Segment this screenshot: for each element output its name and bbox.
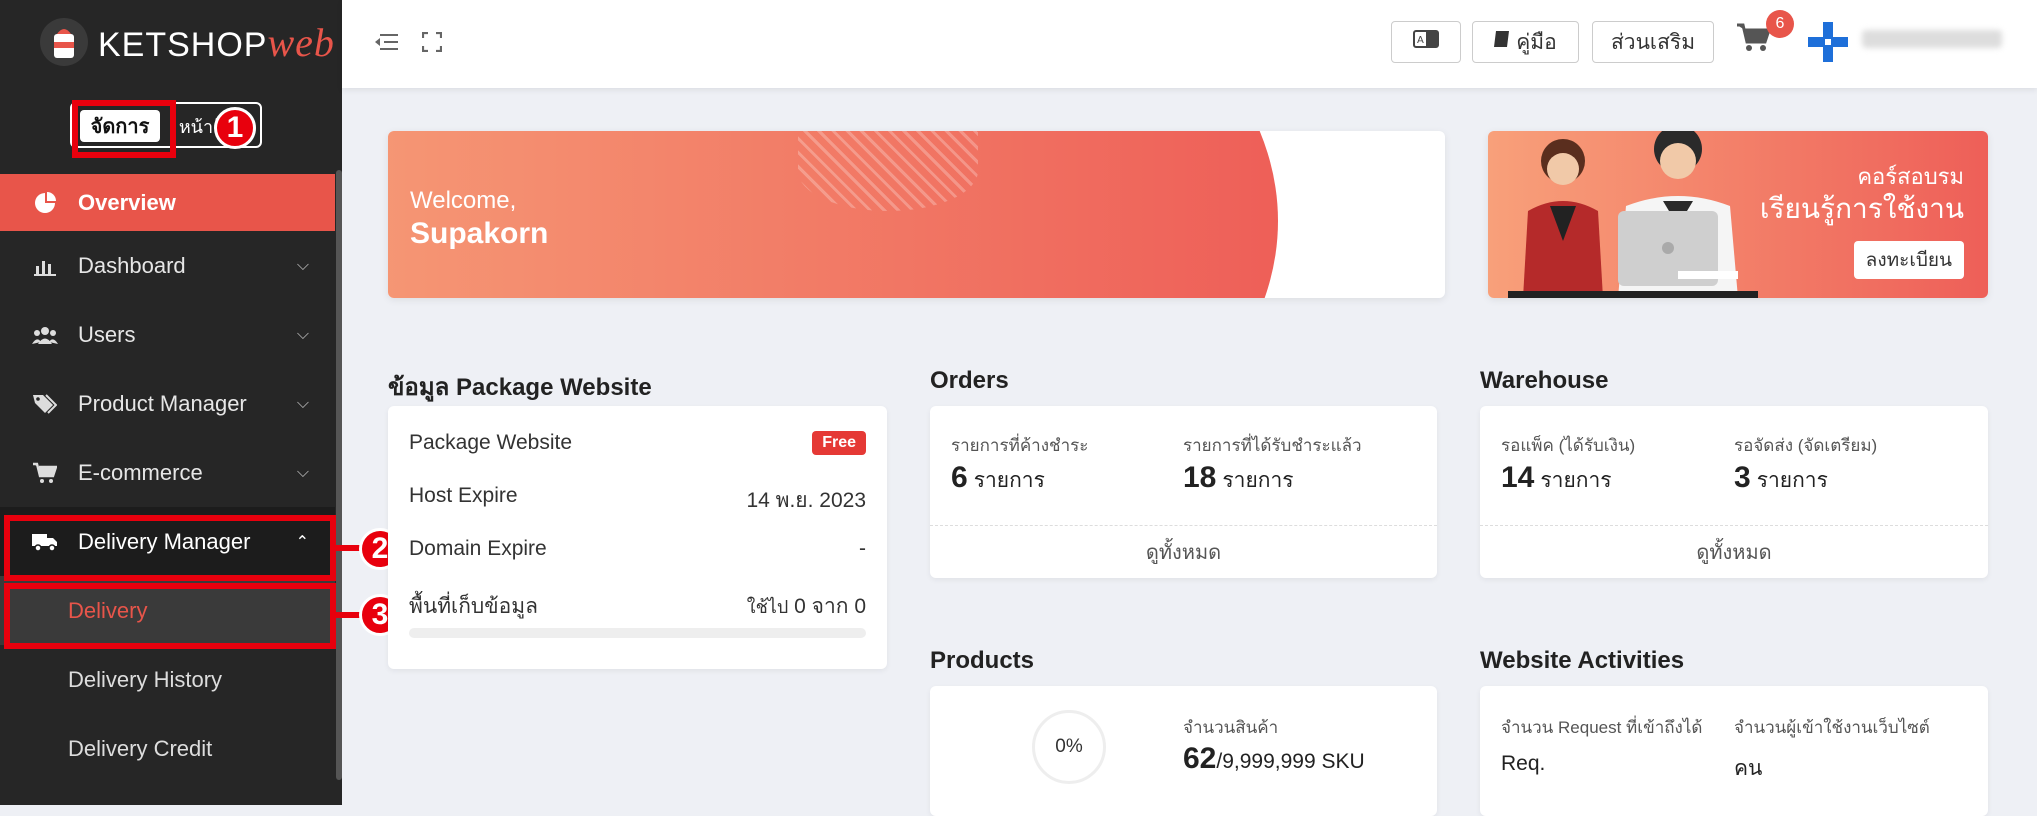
sidebar-item-delivery-credit[interactable]: Delivery Credit <box>0 714 335 783</box>
products-section-title: Products <box>930 647 1035 674</box>
package-card: Package Website Free Host Expire 14 พ.ย.… <box>388 406 887 669</box>
orders-section-title: Orders <box>930 367 1009 394</box>
course-subtitle: เรียนรู้การใช้งาน <box>1759 193 1964 224</box>
sidebar-item-label: Product Manager <box>78 390 247 416</box>
domain-expire-label: Domain Expire <box>409 537 547 560</box>
logo[interactable]: KETSHOPweb <box>40 18 335 66</box>
storage-row: พื้นที่เก็บข้อมูล ใช้ไป 0 จาก 0 <box>409 590 866 623</box>
sidebar-item-label: Delivery <box>68 597 148 623</box>
sidebar-item-label: Delivery History <box>68 666 223 692</box>
sidebar: KETSHOPweb จัดการ หน้าร้าน 1 Overview Da… <box>0 0 342 805</box>
logo-text: KETSHOPweb <box>98 19 335 65</box>
sidebar-item-delivery[interactable]: Delivery <box>0 576 335 645</box>
activities-card: จำนวน Request ที่เข้าถึงได้ Req. จำนวนผู… <box>1480 686 1988 816</box>
activities-users-unit: คน <box>1734 757 1763 780</box>
users-icon <box>32 325 58 345</box>
welcome-name: Supakorn <box>410 217 549 250</box>
fullscreen-icon[interactable] <box>421 28 443 59</box>
package-row: Package Website Free <box>409 431 866 455</box>
sidebar-item-overview[interactable]: Overview <box>0 174 335 231</box>
addons-button[interactable]: ส่วนเสริม <box>1592 21 1714 63</box>
orders-pending-value: 6 รายการ <box>951 461 1045 494</box>
warehouse-ship-label: รอจัดส่ง (จัดเตรียม) <box>1734 436 1878 455</box>
warehouse-card: รอแพ็ค (ได้รับเงิน) 14 รายการ รอจัดส่ง (จ… <box>1480 406 1988 578</box>
book-icon <box>1494 30 1510 54</box>
mode-manage-button[interactable]: จัดการ <box>80 110 160 142</box>
sidebar-item-ecommerce[interactable]: E-commerce ⌵ <box>0 438 335 507</box>
sidebar-item-label: E-commerce <box>78 459 203 485</box>
domain-expire-value: - <box>859 537 866 560</box>
orders-pending-label: รายการที่ค้างชำระ <box>951 436 1089 455</box>
warehouse-pack-value: 14 รายการ <box>1501 461 1612 494</box>
sidebar-scrollbar[interactable] <box>336 170 342 780</box>
sidebar-item-label: Delivery Credit <box>68 735 213 761</box>
cart-count-badge: 6 <box>1766 10 1794 38</box>
products-count-value: 62/9,999,999 SKU <box>1183 742 1365 775</box>
sidebar-nav: Overview Dashboard ⌵ Users ⌵ Product Man… <box>0 174 335 783</box>
orders-card: รายการที่ค้างชำระ 6 รายการ รายการที่ได้รั… <box>930 406 1437 578</box>
banner-hatch <box>798 131 978 211</box>
logo-cup-icon <box>40 18 88 66</box>
orders-view-all-link[interactable]: ดูทั้งหมด <box>930 525 1437 578</box>
step-marker-1: 1 <box>214 107 256 149</box>
chevron-down-icon: ⌵ <box>296 463 309 481</box>
sidebar-item-delivery-history[interactable]: Delivery History <box>0 645 335 714</box>
host-expire-row: Host Expire 14 พ.ย. 2023 <box>409 484 866 517</box>
orders-paid-label: รายการที่ได้รับชำระแล้ว <box>1183 436 1362 455</box>
manual-label: คู่มือ <box>1516 30 1557 54</box>
domain-expire-row: Domain Expire - <box>409 537 866 561</box>
translate-icon: A <box>1413 30 1439 54</box>
sidebar-item-dashboard[interactable]: Dashboard ⌵ <box>0 231 335 300</box>
activities-section-title: Website Activities <box>1480 647 1685 674</box>
course-illustration <box>1508 131 1758 298</box>
sidebar-item-label: Delivery Manager <box>78 528 251 554</box>
sidebar-item-delivery-manager[interactable]: Delivery Manager ⌃ <box>0 507 335 576</box>
avatar[interactable] <box>1808 22 1848 62</box>
activities-req-label: จำนวน Request ที่เข้าถึงได้ <box>1501 718 1703 737</box>
warehouse-section-title: Warehouse <box>1480 367 1609 394</box>
course-banner[interactable]: คอร์สอบรม เรียนรู้การใช้งาน ลงทะเบียน <box>1488 131 1988 298</box>
pie-chart-icon <box>32 191 58 214</box>
package-section-title: ข้อมูล Package Website <box>388 374 652 401</box>
activities-users-label: จำนวนผู้เข้าใช้งานเว็บไซต์ <box>1734 718 1930 737</box>
host-expire-label: Host Expire <box>409 484 518 507</box>
storage-value: ใช้ไป 0 จาก 0 <box>746 595 866 618</box>
products-percent-donut: 0% <box>1032 710 1106 784</box>
products-card: 0% จำนวนสินค้า 62/9,999,999 SKU <box>930 686 1437 816</box>
bar-chart-icon <box>32 256 58 276</box>
orders-paid-value: 18 รายการ <box>1183 461 1294 494</box>
warehouse-view-all-link[interactable]: ดูทั้งหมด <box>1480 525 1988 578</box>
sidebar-item-product-manager[interactable]: Product Manager ⌵ <box>0 369 335 438</box>
chevron-down-icon: ⌵ <box>296 325 309 343</box>
storage-label: พื้นที่เก็บข้อมูล <box>409 595 538 618</box>
language-button[interactable]: A <box>1391 21 1461 63</box>
warehouse-pack-label: รอแพ็ค (ได้รับเงิน) <box>1501 436 1636 455</box>
activities-req-unit: Req. <box>1501 752 1546 775</box>
manual-button[interactable]: คู่มือ <box>1472 21 1579 63</box>
sidebar-item-label: Users <box>78 321 136 347</box>
storage-progress-bar <box>409 628 866 638</box>
collapse-menu-icon[interactable] <box>374 28 398 59</box>
sidebar-item-label: Overview <box>78 189 176 215</box>
truck-icon <box>32 532 58 552</box>
chevron-down-icon: ⌵ <box>296 394 309 412</box>
tags-icon <box>32 393 58 415</box>
warehouse-ship-value: 3 รายการ <box>1734 461 1828 494</box>
host-expire-value: 14 พ.ย. 2023 <box>746 489 866 512</box>
chevron-down-icon: ⌵ <box>296 256 309 274</box>
chevron-up-icon: ⌃ <box>295 533 309 551</box>
free-badge: Free <box>812 431 866 455</box>
sidebar-item-label: Dashboard <box>78 252 186 278</box>
sidebar-item-users[interactable]: Users ⌵ <box>0 300 335 369</box>
cart-icon <box>32 462 58 484</box>
svg-text:A: A <box>1417 35 1424 46</box>
username-blurred[interactable] <box>1862 30 2002 48</box>
welcome-greeting: Welcome, <box>410 187 517 214</box>
register-button[interactable]: ลงทะเบียน <box>1853 241 1964 279</box>
welcome-banner: Welcome, Supakorn <box>388 131 1445 298</box>
products-count-label: จำนวนสินค้า <box>1183 718 1279 737</box>
package-row-label: Package Website <box>409 431 573 454</box>
